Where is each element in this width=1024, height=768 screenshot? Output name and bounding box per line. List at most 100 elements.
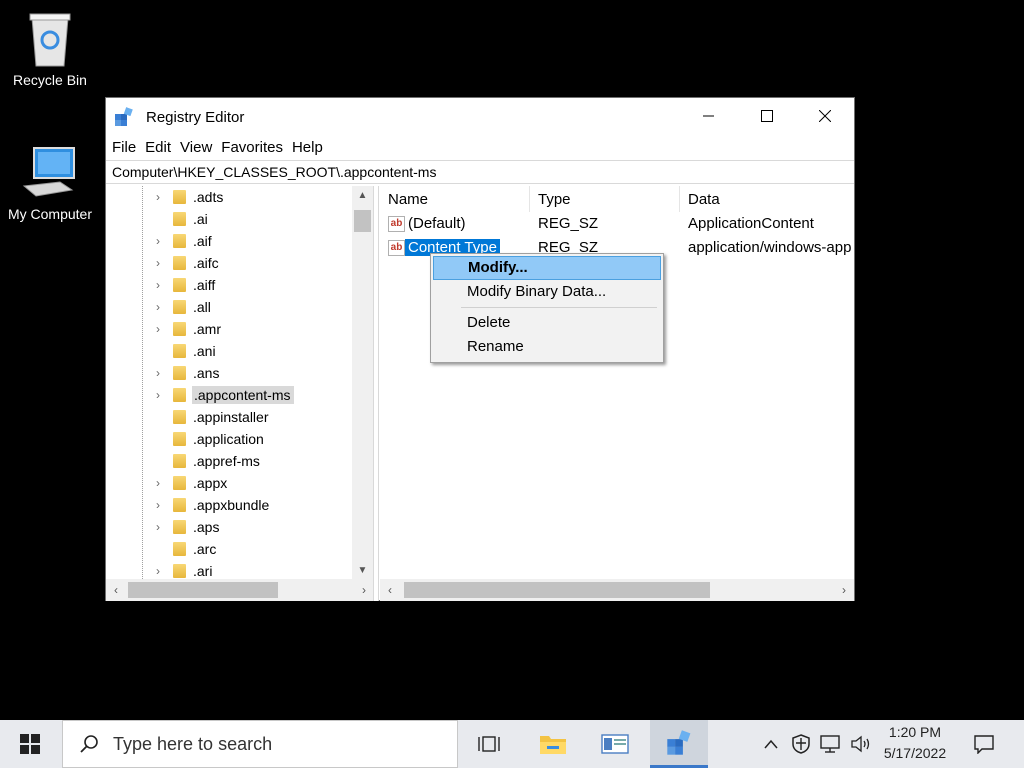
tree-item-selected[interactable]: › .appcontent-ms	[106, 384, 352, 406]
scroll-thumb[interactable]	[128, 582, 278, 598]
tree-horizontal-scrollbar[interactable]: ‹ ›	[106, 579, 373, 601]
title-bar[interactable]: Registry Editor	[106, 98, 854, 136]
taskbar-registry-editor[interactable]	[650, 720, 708, 768]
panes: › .adts .ai › .aif › .aifc › .aiff › .all › .a…	[106, 186, 854, 601]
column-header-type[interactable]: Type	[530, 186, 680, 212]
search-placeholder: Type here to search	[113, 733, 273, 754]
folder-icon	[173, 300, 186, 314]
chevron-right-icon[interactable]: ›	[156, 477, 166, 489]
folder-icon	[173, 498, 186, 512]
tree-item[interactable]: › .adts	[106, 186, 352, 208]
taskbar-search-box[interactable]: Type here to search	[62, 720, 458, 768]
tree-item-label: .ai	[193, 211, 208, 227]
taskbar-file-explorer[interactable]	[524, 720, 582, 768]
tree-item[interactable]: › .aps	[106, 516, 352, 538]
maximize-button[interactable]	[738, 98, 796, 134]
tree-item-label: .aiff	[193, 277, 216, 293]
chevron-right-icon[interactable]: ›	[156, 521, 166, 533]
tree-item[interactable]: .ai	[106, 208, 352, 230]
menu-favorites[interactable]: Favorites	[217, 139, 287, 156]
chevron-right-icon[interactable]: ›	[156, 279, 166, 291]
chevron-right-icon[interactable]: ›	[156, 367, 166, 379]
chevron-right-icon[interactable]: ›	[156, 565, 166, 577]
chevron-right-icon[interactable]: ›	[156, 301, 166, 313]
windows-logo-icon	[20, 734, 40, 754]
tree-item-label: .ans	[193, 365, 220, 381]
chevron-right-icon[interactable]: ›	[156, 389, 166, 401]
desktop-icon-my-computer[interactable]: My Computer	[0, 146, 100, 222]
minimize-button[interactable]	[680, 98, 738, 134]
tree-item[interactable]: › .aifc	[106, 252, 352, 274]
values-list-pane: Name Type Data ab (Default) REG_SZ Appli…	[380, 186, 854, 601]
scroll-left-arrow-icon[interactable]: ‹	[106, 579, 126, 601]
folder-icon	[173, 432, 186, 446]
tree-item[interactable]: › .ans	[106, 362, 352, 384]
list-row[interactable]: ab (Default) REG_SZ ApplicationContent	[380, 212, 854, 236]
tree-item-label: .appcontent-ms	[192, 386, 294, 404]
scroll-thumb[interactable]	[404, 582, 710, 598]
pane-splitter[interactable]	[374, 186, 379, 601]
network-icon[interactable]	[816, 720, 846, 768]
chevron-right-icon[interactable]: ›	[156, 499, 166, 511]
folder-icon	[173, 564, 186, 578]
chevron-up-icon[interactable]	[756, 720, 786, 768]
menu-edit[interactable]: Edit	[141, 139, 175, 156]
menu-help[interactable]: Help	[288, 139, 327, 156]
tree-item-label: .all	[193, 299, 211, 315]
value-name: (Default)	[408, 215, 466, 232]
tree-item[interactable]: › .appx	[106, 472, 352, 494]
menu-bar: File Edit View Favorites Help	[106, 136, 854, 158]
tree-item-label: .ani	[193, 343, 216, 359]
scroll-down-arrow-icon[interactable]: ▼	[352, 561, 373, 579]
minimize-icon	[703, 115, 714, 117]
tree-item[interactable]: .ani	[106, 340, 352, 362]
chevron-right-icon[interactable]: ›	[156, 323, 166, 335]
menu-file[interactable]: File	[108, 139, 140, 156]
value-data: application/windows-app	[688, 239, 852, 256]
taskbar-clock[interactable]: 1:20 PM 5/17/2022	[872, 722, 958, 766]
folder-icon	[173, 212, 186, 226]
folder-icon	[173, 410, 186, 424]
folder-icon	[173, 256, 186, 270]
scroll-right-arrow-icon[interactable]: ›	[834, 579, 854, 601]
tree-item[interactable]: .appinstaller	[106, 406, 352, 428]
column-header-name[interactable]: Name	[380, 186, 530, 212]
menu-item-delete[interactable]: Delete	[433, 311, 661, 335]
chevron-right-icon[interactable]: ›	[156, 235, 166, 247]
tree-item[interactable]: › .aiff	[106, 274, 352, 296]
folder-icon	[173, 322, 186, 336]
chevron-right-icon[interactable]: ›	[156, 191, 166, 203]
tree-item[interactable]: .arc	[106, 538, 352, 560]
tree-item[interactable]: .appref-ms	[106, 450, 352, 472]
tree-vertical-scrollbar[interactable]: ▲ ▼	[352, 186, 373, 579]
chevron-right-icon[interactable]: ›	[156, 257, 166, 269]
string-value-icon: ab	[388, 216, 405, 232]
tree-item[interactable]: › .all	[106, 296, 352, 318]
menu-item-modify-binary-data[interactable]: Modify Binary Data...	[433, 280, 661, 304]
column-header-data[interactable]: Data	[680, 186, 854, 212]
tree-item[interactable]: › .amr	[106, 318, 352, 340]
tree-item[interactable]: .application	[106, 428, 352, 450]
desktop-icon-recycle-bin[interactable]: Recycle Bin	[0, 8, 100, 88]
taskbar-server-manager[interactable]	[586, 720, 644, 768]
context-menu: Modify... Modify Binary Data... Delete R…	[430, 253, 664, 363]
scroll-up-arrow-icon[interactable]: ▲	[352, 186, 373, 204]
task-view-button[interactable]	[460, 720, 518, 768]
menu-item-modify[interactable]: Modify...	[433, 256, 661, 280]
start-button[interactable]	[0, 720, 60, 768]
scroll-thumb[interactable]	[354, 210, 371, 232]
list-horizontal-scrollbar[interactable]: ‹ ›	[380, 579, 854, 601]
shield-icon[interactable]	[786, 720, 816, 768]
notification-center-button[interactable]	[966, 720, 1002, 768]
close-button[interactable]	[796, 98, 854, 134]
maximize-icon	[761, 110, 773, 122]
address-bar[interactable]: Computer\HKEY_CLASSES_ROOT\.appcontent-m…	[106, 160, 854, 184]
folder-icon	[173, 344, 186, 358]
task-view-icon	[478, 736, 500, 752]
tree-item[interactable]: › .appxbundle	[106, 494, 352, 516]
menu-view[interactable]: View	[176, 139, 216, 156]
scroll-left-arrow-icon[interactable]: ‹	[380, 579, 400, 601]
scroll-right-arrow-icon[interactable]: ›	[354, 579, 373, 601]
menu-item-rename[interactable]: Rename	[433, 335, 661, 359]
tree-item[interactable]: › .aif	[106, 230, 352, 252]
